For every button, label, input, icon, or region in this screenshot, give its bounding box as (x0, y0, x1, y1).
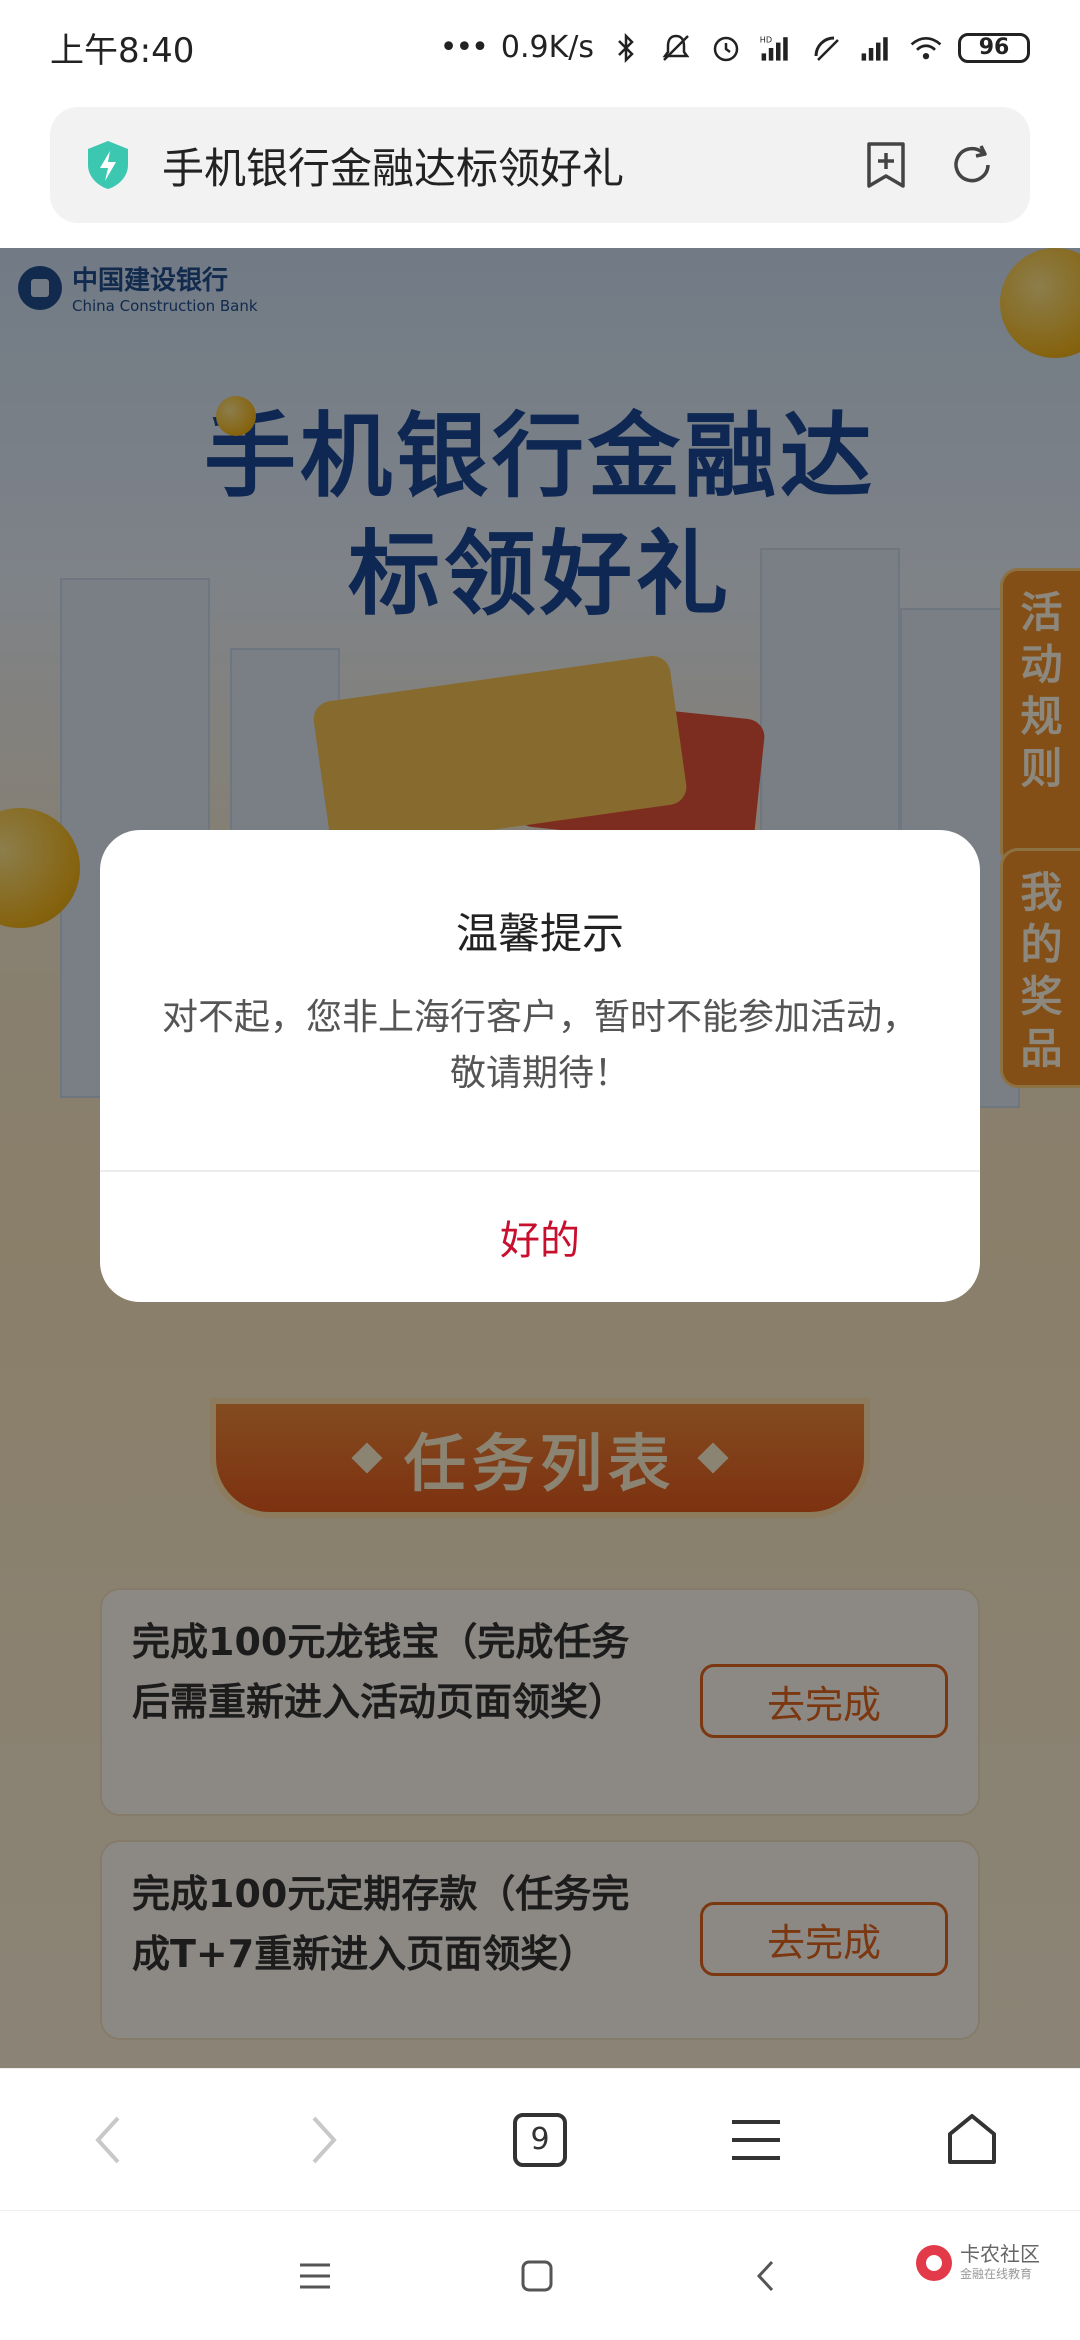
back-arrow-icon[interactable] (58, 2090, 158, 2190)
watermark-name: 卡农社区 (960, 2242, 1040, 2266)
refresh-icon[interactable] (944, 137, 1000, 193)
more-dots-icon: ••• (439, 30, 489, 65)
system-back-icon[interactable] (740, 2251, 790, 2301)
home-icon[interactable] (922, 2090, 1022, 2190)
status-time: 上午8:40 (50, 31, 195, 71)
signal-icon (858, 30, 894, 66)
bluetooth-icon (608, 30, 644, 66)
mute-icon (658, 30, 694, 66)
address-bar[interactable]: 手机银行金融达标领好礼 (50, 107, 1030, 223)
network-speed: 0.9K/s (500, 30, 594, 65)
shield-security-icon[interactable] (80, 137, 136, 193)
svg-text:HD: HD (760, 34, 772, 44)
browser-toolbar: 9 (0, 2068, 1080, 2210)
battery-indicator: 96 (958, 32, 1030, 63)
watermark-subtitle: 金融在线教育 (960, 2267, 1033, 2281)
watermark-logo-icon (916, 2244, 952, 2281)
call-icon (808, 30, 844, 66)
dialog-message: 对不起，您非上海行客户，暂时不能参加活动，敬请期待！ (161, 997, 918, 1094)
menu-icon[interactable] (706, 2090, 806, 2190)
status-bar: 上午8:40 ••• 0.9K/s HD 96 (0, 0, 1080, 95)
alarm-icon (708, 30, 744, 66)
wifi-icon (908, 30, 944, 66)
hd-signal-icon: HD (758, 30, 794, 66)
status-icons: ••• 0.9K/s HD 96 (440, 30, 1030, 66)
address-title[interactable]: 手机银行金融达标领好礼 (162, 135, 828, 196)
dialog-ok-button[interactable]: 好的 (100, 1172, 980, 1302)
system-home-icon[interactable] (512, 2251, 562, 2301)
bookmark-add-icon[interactable] (858, 137, 914, 193)
browser-address-area: 手机银行金融达标领好礼 (0, 95, 1080, 248)
notice-dialog: 温馨提示 对不起，您非上海行客户，暂时不能参加活动，敬请期待！ 好的 (100, 830, 980, 1302)
watermark: 卡农社区 金融在线教育 (916, 2243, 1040, 2282)
forward-arrow-icon[interactable] (274, 2090, 374, 2190)
system-navigation-bar: 卡农社区 金融在线教育 (0, 2210, 1080, 2340)
tabs-button[interactable]: 9 (490, 2090, 590, 2190)
tab-count: 9 (513, 2112, 567, 2167)
dialog-title: 温馨提示 (455, 909, 624, 958)
recent-apps-icon[interactable] (290, 2251, 340, 2301)
